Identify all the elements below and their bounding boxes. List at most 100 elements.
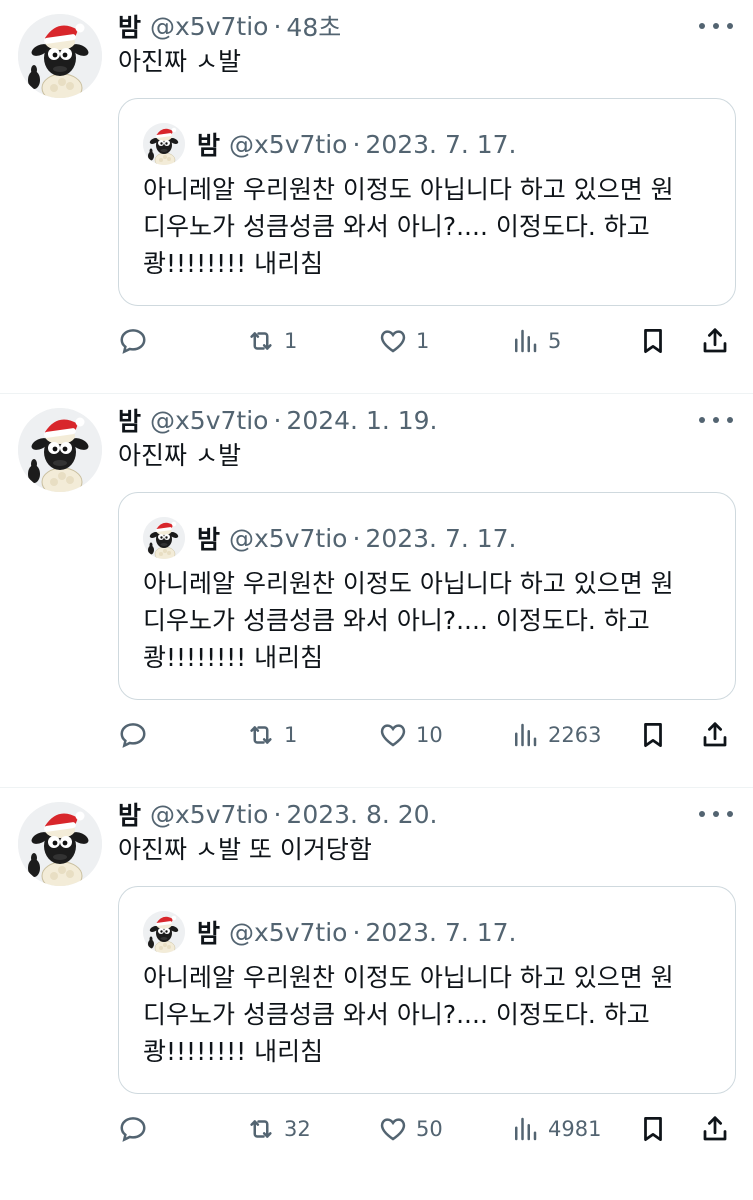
quote-text-line: 아니레알 우리원찬 이정도 아닙니다 하고 있으면 원 bbox=[143, 175, 674, 204]
bookmark-icon bbox=[644, 723, 662, 747]
timestamp[interactable]: 48초 bbox=[286, 8, 341, 44]
quote-tweet[interactable]: 밤 @x5v7tio · 2023. 7. 17. 아니레알 우리원찬 이정도 … bbox=[118, 98, 736, 306]
quote-text-line: 디우노가 성큼성큼 와서 아니?.... 이정도다. 하고 bbox=[143, 606, 650, 635]
reply-button[interactable] bbox=[118, 1110, 148, 1148]
views-count: 2263 bbox=[548, 723, 602, 747]
tweet-text: 아진짜 ㅅ발 또 이거당함 bbox=[118, 835, 372, 864]
heart-icon bbox=[380, 330, 406, 353]
views-bar-chart-icon bbox=[515, 723, 537, 747]
retweet-icon bbox=[250, 332, 272, 350]
sheep-santa-hat-icon bbox=[143, 911, 185, 953]
share-icon bbox=[703, 722, 727, 747]
quote-avatar bbox=[143, 123, 185, 165]
avatar[interactable] bbox=[18, 408, 102, 492]
retweet-icon bbox=[250, 1120, 272, 1138]
bookmark-icon bbox=[644, 329, 662, 353]
display-name[interactable]: 밤 bbox=[118, 8, 141, 44]
more-dots-icon[interactable] bbox=[699, 802, 733, 826]
sheep-santa-hat-icon bbox=[143, 123, 185, 165]
views-button[interactable]: 4981 bbox=[510, 1110, 601, 1148]
like-count: 1 bbox=[416, 329, 430, 353]
separator-dot: · bbox=[352, 523, 361, 553]
separator-dot: · bbox=[352, 917, 361, 947]
action-bar: 1 1 5 bbox=[118, 322, 738, 360]
like-count: 10 bbox=[416, 723, 443, 747]
like-button[interactable]: 50 bbox=[378, 1110, 443, 1148]
heart-icon bbox=[380, 1118, 406, 1141]
quote-text-line: 디우노가 성큼성큼 와서 아니?.... 이정도다. 하고 bbox=[143, 212, 650, 241]
reply-button[interactable] bbox=[118, 322, 148, 360]
views-bar-chart-icon bbox=[515, 1117, 537, 1141]
bookmark-button[interactable] bbox=[638, 716, 668, 754]
user-handle[interactable]: @x5v7tio bbox=[150, 12, 268, 41]
quote-text: 아니레알 우리원찬 이정도 아닙니다 하고 있으면 원 디우노가 성큼성큼 와서… bbox=[143, 959, 723, 1070]
sheep-santa-hat-icon bbox=[18, 14, 102, 98]
avatar[interactable] bbox=[18, 14, 102, 98]
retweet-count: 32 bbox=[284, 1117, 311, 1141]
tweet[interactable]: 밤 @x5v7tio · 2023. 8. 20. 아진짜 ㅅ발 또 이거당함 … bbox=[0, 788, 753, 1182]
quote-user-handle: @x5v7tio bbox=[229, 917, 348, 947]
share-button[interactable] bbox=[700, 716, 730, 754]
like-button[interactable]: 1 bbox=[378, 322, 429, 360]
quote-timestamp: 2023. 7. 17. bbox=[365, 917, 517, 947]
tweet[interactable]: 밤 @x5v7tio · 2024. 1. 19. 아진짜 ㅅ발 밤 @x5v7… bbox=[0, 394, 753, 788]
more-dots-icon[interactable] bbox=[699, 408, 733, 432]
quote-user-handle: @x5v7tio bbox=[229, 129, 348, 159]
quote-user-handle: @x5v7tio bbox=[229, 523, 348, 553]
timestamp[interactable]: 2023. 8. 20. bbox=[286, 800, 437, 829]
separator-dot: · bbox=[273, 11, 282, 41]
quote-display-name: 밤 bbox=[197, 919, 221, 948]
separator-dot: · bbox=[273, 799, 282, 829]
retweet-button[interactable]: 1 bbox=[246, 322, 297, 360]
retweet-icon bbox=[250, 726, 272, 744]
views-count: 4981 bbox=[548, 1117, 602, 1141]
like-count: 50 bbox=[416, 1117, 443, 1141]
views-button[interactable]: 2263 bbox=[510, 716, 601, 754]
quote-timestamp: 2023. 7. 17. bbox=[365, 129, 517, 159]
tweet[interactable]: 밤 @x5v7tio · 48초 아진짜 ㅅ발 밤 @x5v7tio · 202… bbox=[0, 0, 753, 394]
tweet-header: 밤 @x5v7tio · 2024. 1. 19. bbox=[118, 402, 683, 438]
share-button[interactable] bbox=[700, 322, 730, 360]
timestamp[interactable]: 2024. 1. 19. bbox=[286, 406, 437, 435]
more-dots-icon[interactable] bbox=[699, 14, 733, 38]
views-button[interactable]: 5 bbox=[510, 322, 561, 360]
display-name[interactable]: 밤 bbox=[118, 796, 141, 832]
display-name[interactable]: 밤 bbox=[118, 402, 141, 438]
retweet-button[interactable]: 1 bbox=[246, 716, 297, 754]
sheep-santa-hat-icon bbox=[18, 408, 102, 492]
separator-dot: · bbox=[352, 129, 361, 159]
quote-tweet[interactable]: 밤 @x5v7tio · 2023. 7. 17. 아니레알 우리원찬 이정도 … bbox=[118, 886, 736, 1094]
bookmark-icon bbox=[644, 1117, 662, 1141]
tweet-header: 밤 @x5v7tio · 2023. 8. 20. bbox=[118, 796, 683, 832]
tweet-text: 아진짜 ㅅ발 bbox=[118, 441, 241, 470]
quote-header: 밤 @x5v7tio · 2023. 7. 17. bbox=[143, 911, 517, 953]
quote-tweet[interactable]: 밤 @x5v7tio · 2023. 7. 17. 아니레알 우리원찬 이정도 … bbox=[118, 492, 736, 700]
sheep-santa-hat-icon bbox=[143, 517, 185, 559]
heart-icon bbox=[380, 724, 406, 747]
quote-display-name: 밤 bbox=[197, 131, 221, 160]
bookmark-button[interactable] bbox=[638, 322, 668, 360]
action-bar: 1 10 2263 bbox=[118, 716, 738, 754]
share-button[interactable] bbox=[700, 1110, 730, 1148]
quote-avatar bbox=[143, 517, 185, 559]
quote-text: 아니레알 우리원찬 이정도 아닙니다 하고 있으면 원 디우노가 성큼성큼 와서… bbox=[143, 171, 723, 282]
reply-button[interactable] bbox=[118, 716, 148, 754]
user-handle[interactable]: @x5v7tio bbox=[150, 406, 268, 435]
reply-icon bbox=[120, 1117, 146, 1142]
quote-avatar bbox=[143, 911, 185, 953]
share-icon bbox=[703, 1116, 727, 1141]
quote-text-line: 디우노가 성큼성큼 와서 아니?.... 이정도다. 하고 bbox=[143, 1000, 650, 1029]
quote-display-name: 밤 bbox=[197, 525, 221, 554]
separator-dot: · bbox=[273, 405, 282, 435]
avatar[interactable] bbox=[18, 802, 102, 886]
retweet-button[interactable]: 32 bbox=[246, 1110, 311, 1148]
retweet-count: 1 bbox=[284, 329, 298, 353]
views-count: 5 bbox=[548, 329, 562, 353]
like-button[interactable]: 10 bbox=[378, 716, 443, 754]
bookmark-button[interactable] bbox=[638, 1110, 668, 1148]
quote-text-line: 쾅!!!!!!!! 내리침 bbox=[143, 1037, 324, 1066]
user-handle[interactable]: @x5v7tio bbox=[150, 800, 268, 829]
quote-text: 아니레알 우리원찬 이정도 아닙니다 하고 있으면 원 디우노가 성큼성큼 와서… bbox=[143, 565, 723, 676]
quote-text-line: 쾅!!!!!!!! 내리침 bbox=[143, 643, 324, 672]
quote-header: 밤 @x5v7tio · 2023. 7. 17. bbox=[143, 517, 517, 559]
